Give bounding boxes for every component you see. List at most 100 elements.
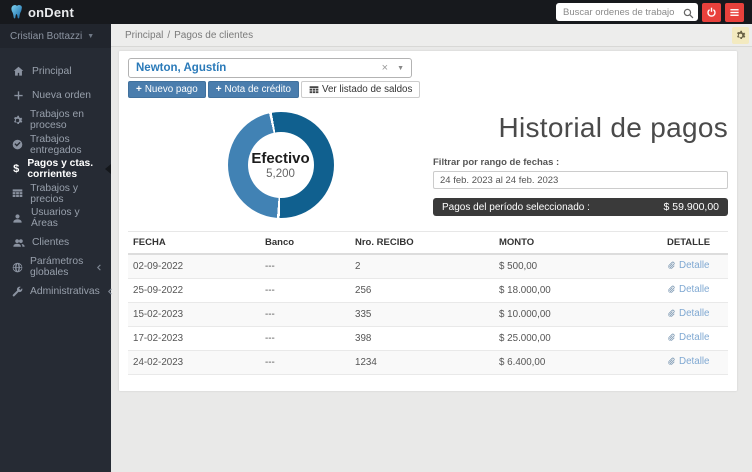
cell-monto: $ 18.000,00 <box>494 279 662 303</box>
tooth-icon <box>10 4 26 20</box>
cell-banco: --- <box>260 327 350 351</box>
table-icon <box>12 188 23 199</box>
plus-icon: + <box>136 84 142 95</box>
detail-link-label: Detalle <box>679 260 710 271</box>
paperclip-icon <box>667 261 676 270</box>
topbar: onDent <box>0 0 752 24</box>
sidebar-item-label: Trabajos entregados <box>30 134 103 156</box>
users-icon <box>12 237 25 249</box>
cell-fecha: 02-09-2022 <box>128 254 260 279</box>
list-icon <box>309 85 319 95</box>
detail-link[interactable]: Detalle <box>667 284 710 295</box>
menu-toggle-button[interactable] <box>725 3 744 22</box>
sidebar-item-administrativas[interactable]: Administrativas <box>0 280 111 305</box>
cell-banco: --- <box>260 279 350 303</box>
settings-tab[interactable] <box>732 27 749 44</box>
col-header-banco[interactable]: Banco <box>260 232 350 255</box>
sidebar-menu: Principal Nueva orden Trabajos en proces… <box>0 48 111 304</box>
sidebar-item-trabajos-precios[interactable]: Trabajos y precios <box>0 182 111 207</box>
search-icon[interactable] <box>683 6 694 24</box>
search-input[interactable] <box>556 3 698 21</box>
user-icon <box>12 213 24 224</box>
sidebar-item-label: Nueva orden <box>32 90 91 101</box>
power-icon <box>706 7 717 18</box>
sidebar: Cristian Bottazzi ▼ Principal Nueva orde… <box>0 24 111 472</box>
client-select[interactable]: Newton, Agustín × ▼ <box>128 58 412 78</box>
col-header-fecha[interactable]: FECHA <box>128 232 260 255</box>
paperclip-icon <box>667 309 676 318</box>
globe-icon <box>12 262 23 273</box>
clear-icon[interactable]: × <box>382 62 388 74</box>
sidebar-item-label: Parámetros globales <box>30 256 89 278</box>
plus-icon: + <box>216 84 222 95</box>
cell-fecha: 24-02-2023 <box>128 351 260 375</box>
work-order-search <box>556 3 698 21</box>
sidebar-item-label: Clientes <box>32 237 69 248</box>
menu-icon <box>729 7 740 18</box>
sidebar-item-label: Principal <box>32 66 72 77</box>
cell-monto: $ 25.000,00 <box>494 327 662 351</box>
date-range-input[interactable] <box>433 171 728 189</box>
detail-link-label: Detalle <box>679 356 710 367</box>
donut-chart[interactable]: Efectivo 5,200 <box>228 112 334 218</box>
check-circle-icon <box>12 139 23 150</box>
cell-fecha: 17-02-2023 <box>128 327 260 351</box>
cell-recibo: 256 <box>350 279 494 303</box>
chevron-left-icon <box>96 264 103 271</box>
gear-icon <box>735 30 746 41</box>
detail-link-label: Detalle <box>679 308 710 319</box>
cell-fecha: 25-09-2022 <box>128 279 260 303</box>
view-balances-button[interactable]: Ver listado de saldos <box>301 81 420 98</box>
paperclip-icon <box>667 357 676 366</box>
home-icon <box>12 66 25 77</box>
chevron-left-icon <box>107 288 114 295</box>
detail-link[interactable]: Detalle <box>667 260 710 271</box>
sidebar-item-trabajos-en-proceso[interactable]: Trabajos en proceso <box>0 108 111 133</box>
sidebar-item-label: Pagos y ctas. corrientes <box>27 158 103 180</box>
donut-center-label: Efectivo <box>251 150 309 167</box>
breadcrumb-current: Pagos de clientes <box>174 30 253 41</box>
sidebar-item-principal[interactable]: Principal <box>0 59 111 84</box>
client-select-value: Newton, Agustín <box>136 62 382 74</box>
content-area: Newton, Agustín × ▼ + Nuevo pago + Nota … <box>111 47 752 472</box>
breadcrumb-separator: / <box>167 30 170 41</box>
period-total-label: Pagos del período seleccionado : <box>442 202 590 213</box>
col-header-recibo[interactable]: Nro. RECIBO <box>350 232 494 255</box>
user-menu[interactable]: Cristian Bottazzi ▼ <box>0 24 111 48</box>
paperclip-icon <box>667 285 676 294</box>
detail-link[interactable]: Detalle <box>667 332 710 343</box>
sidebar-item-pagos[interactable]: $ Pagos y ctas. corrientes <box>0 157 111 182</box>
breadcrumb-root[interactable]: Principal <box>125 30 163 41</box>
sidebar-item-nueva-orden[interactable]: Nueva orden <box>0 84 111 109</box>
app-logo: onDent <box>10 4 74 20</box>
wrench-icon <box>12 286 23 297</box>
cell-recibo: 1234 <box>350 351 494 375</box>
sidebar-item-clientes[interactable]: Clientes <box>0 231 111 256</box>
table-row: 17-02-2023 --- 398 $ 25.000,00 Detalle <box>128 327 728 351</box>
sidebar-item-label: Administrativas <box>30 286 100 297</box>
cell-monto: $ 500,00 <box>494 254 662 279</box>
payment-methods-chart-area: Efectivo 5,200 <box>128 112 433 218</box>
sidebar-item-label: Trabajos en proceso <box>30 109 103 131</box>
dollar-icon: $ <box>12 164 20 175</box>
cell-banco: --- <box>260 254 350 279</box>
detail-link[interactable]: Detalle <box>667 356 710 367</box>
col-header-detalle[interactable]: DETALLE <box>662 232 728 255</box>
user-name: Cristian Bottazzi <box>10 31 82 42</box>
sidebar-item-usuarios-areas[interactable]: Usuarios y Áreas <box>0 206 111 231</box>
credit-note-label: Nota de crédito <box>225 84 291 95</box>
table-row: 25-09-2022 --- 256 $ 18.000,00 Detalle <box>128 279 728 303</box>
sidebar-item-trabajos-entregados[interactable]: Trabajos entregados <box>0 133 111 158</box>
new-payment-button[interactable]: + Nuevo pago <box>128 81 206 98</box>
credit-note-button[interactable]: + Nota de crédito <box>208 81 299 98</box>
col-header-monto[interactable]: MONTO <box>494 232 662 255</box>
cell-banco: --- <box>260 303 350 327</box>
logout-button[interactable] <box>702 3 721 22</box>
detail-link[interactable]: Detalle <box>667 308 710 319</box>
sidebar-item-parametros-globales[interactable]: Parámetros globales <box>0 255 111 280</box>
app-title: onDent <box>28 5 74 20</box>
detail-link-label: Detalle <box>679 332 710 343</box>
payments-table: FECHA Banco Nro. RECIBO MONTO DETALLE 02… <box>128 231 728 375</box>
table-row: 02-09-2022 --- 2 $ 500,00 Detalle <box>128 254 728 279</box>
new-payment-label: Nuevo pago <box>145 84 198 95</box>
